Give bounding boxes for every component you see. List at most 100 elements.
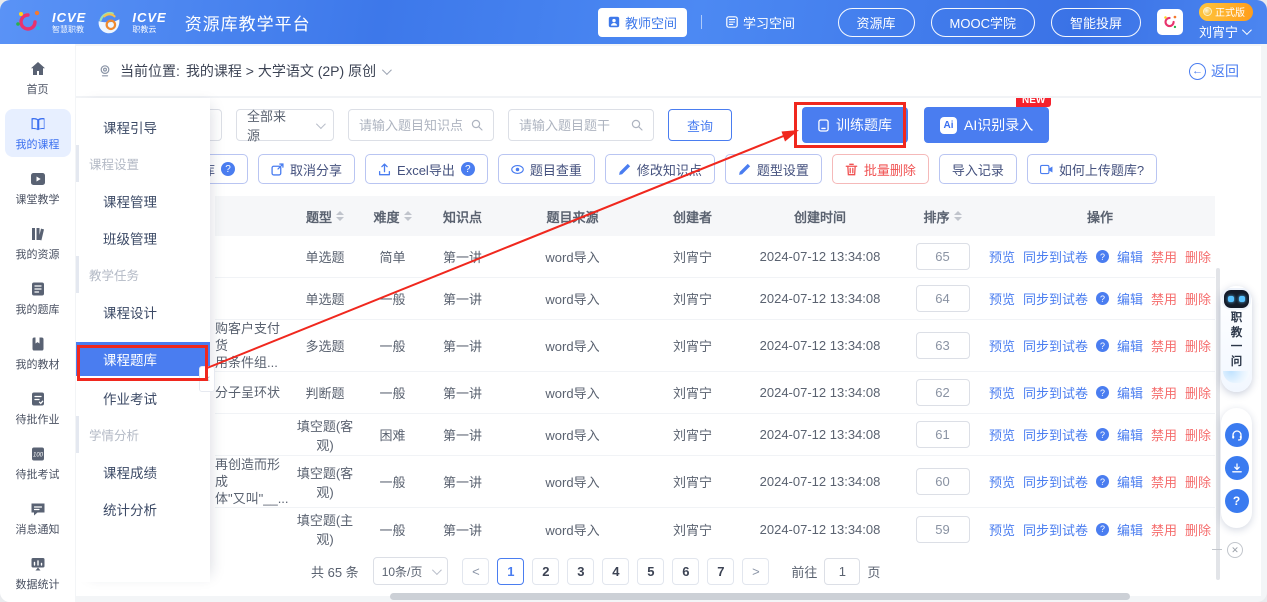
edit-knowledge-button[interactable]: 修改知识点: [605, 154, 715, 184]
sidebar-item-data-statistics[interactable]: 数据统计: [5, 549, 71, 597]
col-type[interactable]: 题型: [290, 207, 360, 226]
next-page-button[interactable]: >: [742, 558, 769, 585]
preview-link[interactable]: 预览: [989, 472, 1015, 491]
disable-link[interactable]: 禁用: [1151, 425, 1177, 444]
excel-export-button[interactable]: Excel导出 ?: [365, 154, 488, 184]
ai-recognition-button[interactable]: Ai AI识别录入: [924, 107, 1049, 143]
sidebar-item-my-question-bank[interactable]: 我的题库: [5, 274, 71, 322]
vertical-scrollbar[interactable]: [1216, 268, 1220, 580]
help-icon[interactable]: ?: [1096, 523, 1109, 536]
order-input[interactable]: [916, 468, 970, 495]
menu-item-course-design[interactable]: 课程设计: [76, 293, 210, 330]
menu-item-course-question-bank[interactable]: 课程题库: [76, 342, 210, 376]
page-button-4[interactable]: 4: [602, 558, 629, 585]
sidebar-item-classroom-teaching[interactable]: 课堂教学: [5, 164, 71, 212]
order-input[interactable]: [916, 243, 970, 270]
disable-link[interactable]: 禁用: [1151, 383, 1177, 402]
page-button-3[interactable]: 3: [567, 558, 594, 585]
batch-delete-button[interactable]: 批量删除: [832, 154, 929, 184]
help-question-icon[interactable]: ?: [1225, 489, 1249, 513]
help-icon[interactable]: ?: [1096, 339, 1109, 352]
help-icon[interactable]: ?: [1096, 428, 1109, 441]
order-input[interactable]: [916, 379, 970, 406]
sync-to-paper-link[interactable]: 同步到试卷: [1023, 520, 1088, 539]
edit-link[interactable]: 编辑: [1117, 289, 1143, 308]
question-type-settings-button[interactable]: 题型设置: [725, 154, 822, 184]
horizontal-scrollbar[interactable]: [390, 593, 1130, 600]
help-icon[interactable]: ?: [221, 162, 235, 176]
teacher-space-button[interactable]: 教师空间: [598, 8, 687, 37]
col-order[interactable]: 排序: [900, 207, 985, 226]
breadcrumb-chevron-icon[interactable]: [382, 65, 392, 75]
username[interactable]: 刘宵宁: [1199, 22, 1249, 41]
preview-link[interactable]: 预览: [989, 383, 1015, 402]
knowledge-search-input[interactable]: [359, 118, 463, 133]
delete-link[interactable]: 删除: [1185, 247, 1211, 266]
back-button[interactable]: ← 返回: [1189, 61, 1239, 81]
preview-link[interactable]: 预览: [989, 336, 1015, 355]
sidebar-item-my-courses[interactable]: 我的课程: [5, 109, 71, 157]
breadcrumb-path[interactable]: 我的课程 > 大学语文 (2P) 原创: [186, 61, 376, 81]
order-input[interactable]: [916, 332, 970, 359]
disable-link[interactable]: 禁用: [1151, 472, 1177, 491]
edit-link[interactable]: 编辑: [1117, 472, 1143, 491]
sync-to-paper-link[interactable]: 同步到试卷: [1023, 247, 1088, 266]
help-icon[interactable]: ?: [1096, 292, 1109, 305]
sync-to-paper-link[interactable]: 同步到试卷: [1023, 289, 1088, 308]
edit-link[interactable]: 编辑: [1117, 520, 1143, 539]
page-button-5[interactable]: 5: [637, 558, 664, 585]
page-button-6[interactable]: 6: [672, 558, 699, 585]
edit-link[interactable]: 编辑: [1117, 336, 1143, 355]
prev-page-button[interactable]: <: [462, 558, 489, 585]
page-button-7[interactable]: 7: [707, 558, 734, 585]
menu-item-course-grades[interactable]: 课程成绩: [76, 453, 210, 490]
sort-icon[interactable]: [336, 211, 344, 221]
stem-search-input[interactable]: [519, 118, 623, 133]
help-icon[interactable]: ?: [1096, 250, 1109, 263]
delete-link[interactable]: 删除: [1185, 383, 1211, 402]
menu-item-homework-exams[interactable]: 作业考试: [76, 379, 210, 416]
sync-to-paper-link[interactable]: 同步到试卷: [1023, 425, 1088, 444]
sort-icon[interactable]: [404, 211, 412, 221]
preview-link[interactable]: 预览: [989, 520, 1015, 539]
train-bank-button[interactable]: 训练题库: [802, 107, 908, 143]
how-to-upload-button[interactable]: 如何上传题库?: [1027, 154, 1157, 184]
sidebar-item-pending-exams[interactable]: 100 待批考试: [5, 439, 71, 487]
download-icon[interactable]: [1225, 456, 1249, 480]
smart-cast-link[interactable]: 智能投屏: [1051, 8, 1141, 37]
order-input[interactable]: [916, 285, 970, 312]
preview-link[interactable]: 预览: [989, 425, 1015, 444]
edit-link[interactable]: 编辑: [1117, 247, 1143, 266]
menu-item-statistical-analysis[interactable]: 统计分析: [76, 490, 210, 527]
menu-item-course-management[interactable]: 课程管理: [76, 182, 210, 219]
source-select[interactable]: 全部来源: [236, 109, 334, 141]
delete-link[interactable]: 删除: [1185, 425, 1211, 444]
preview-link[interactable]: 预览: [989, 289, 1015, 308]
duplicate-check-button[interactable]: 题目查重: [498, 154, 595, 184]
sidebar-item-my-resources[interactable]: 我的资源: [5, 219, 71, 267]
help-icon[interactable]: ?: [1096, 386, 1109, 399]
edit-link[interactable]: 编辑: [1117, 383, 1143, 402]
disable-link[interactable]: 禁用: [1151, 336, 1177, 355]
order-input[interactable]: [916, 516, 970, 543]
goto-page-input[interactable]: [824, 558, 860, 585]
disable-link[interactable]: 禁用: [1151, 520, 1177, 539]
help-icon[interactable]: ?: [1096, 475, 1109, 488]
sync-to-paper-link[interactable]: 同步到试卷: [1023, 383, 1088, 402]
user-block[interactable]: 正式版 刘宵宁: [1199, 3, 1253, 41]
disable-link[interactable]: 禁用: [1151, 247, 1177, 266]
query-button[interactable]: 查询: [668, 109, 732, 141]
mooc-academy-link[interactable]: MOOC学院: [931, 8, 1035, 37]
menu-item-class-management[interactable]: 班级管理: [76, 219, 210, 256]
resource-library-link[interactable]: 资源库: [838, 8, 915, 37]
support-headset-icon[interactable]: [1225, 423, 1249, 447]
disable-link[interactable]: 禁用: [1151, 289, 1177, 308]
learning-space-button[interactable]: 学习空间: [716, 8, 805, 37]
menu-item-course-guide[interactable]: 课程引导: [76, 108, 210, 145]
preview-link[interactable]: 预览: [989, 247, 1015, 266]
help-icon[interactable]: ?: [461, 162, 475, 176]
page-size-select[interactable]: 10条/页: [373, 557, 449, 585]
sidebar-item-home[interactable]: 首页: [5, 54, 71, 102]
delete-link[interactable]: 删除: [1185, 289, 1211, 308]
order-input[interactable]: [916, 421, 970, 448]
